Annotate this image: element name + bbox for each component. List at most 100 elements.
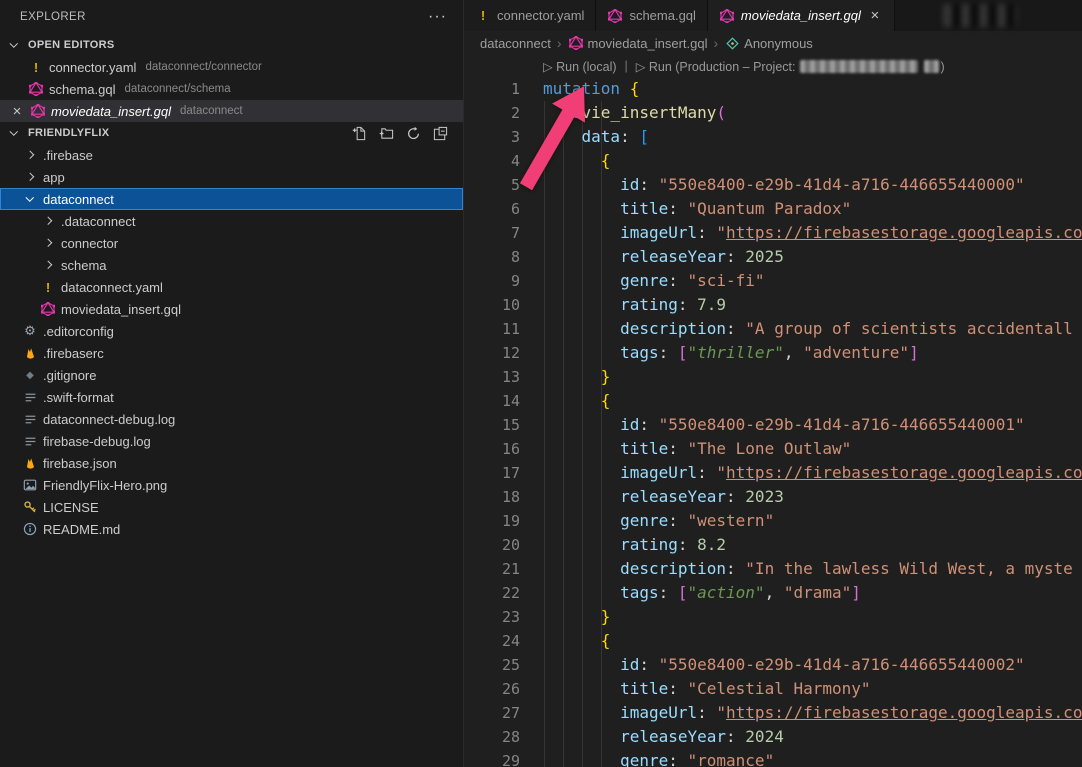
breadcrumb-moviedata_insert.gql[interactable]: moviedata_insert.gql	[568, 35, 708, 51]
tab-connector.yaml[interactable]: !connector.yaml	[464, 0, 596, 31]
tree-item-schema[interactable]: schema	[0, 254, 463, 276]
code-line-2[interactable]: 2 movie_insertMany(	[464, 101, 1082, 125]
file-path-description: dataconnect	[180, 105, 243, 117]
code-token: :	[726, 247, 745, 266]
tree-item-FriendlyFlix-Hero.png[interactable]: FriendlyFlix-Hero.png	[0, 474, 463, 496]
tab-bar: !connector.yamlschema.gqlmoviedata_inser…	[464, 0, 1082, 31]
open-editor-item[interactable]: !connector.yamldataconnect/connector	[0, 56, 463, 78]
url-link[interactable]: https://firebasestorage.googleapis.co	[726, 223, 1082, 242]
graphql-icon	[719, 8, 735, 24]
tree-item-app[interactable]: app	[0, 166, 463, 188]
url-link[interactable]: https://firebasestorage.googleapis.co	[726, 463, 1082, 482]
new-folder-icon[interactable]	[376, 123, 396, 143]
code-line-10[interactable]: 10 rating: 7.9	[464, 293, 1082, 317]
code-line-8[interactable]: 8 releaseYear: 2025	[464, 245, 1082, 269]
code-line-9[interactable]: 9 genre: "sci-fi"	[464, 269, 1082, 293]
code-line-4[interactable]: 4 {	[464, 149, 1082, 173]
collapse-folders-icon[interactable]	[430, 123, 450, 143]
code-line-15[interactable]: 15 id: "550e8400-e29b-41d4-a716-44665544…	[464, 413, 1082, 437]
code-line-28[interactable]: 28 releaseYear: 2024	[464, 725, 1082, 749]
code-line-13[interactable]: 13 }	[464, 365, 1082, 389]
code-line-29[interactable]: 29 genre: "romance"	[464, 749, 1082, 767]
tree-item-LICENSE[interactable]: LICENSE	[0, 496, 463, 518]
code-line-24[interactable]: 24 {	[464, 629, 1082, 653]
code-line-7[interactable]: 7 imageUrl: "https://firebasestorage.goo…	[464, 221, 1082, 245]
url-link[interactable]: https://firebasestorage.googleapis.co	[726, 703, 1082, 722]
code-line-text: genre: "western"	[534, 509, 1082, 533]
breadcrumb-label: Anonymous	[744, 36, 813, 51]
tree-item-README.md[interactable]: README.md	[0, 518, 463, 540]
explorer-sidebar: EXPLORER ··· OPEN EDITORS !connector.yam…	[0, 0, 464, 767]
code-line-5[interactable]: 5 id: "550e8400-e29b-41d4-a716-446655440…	[464, 173, 1082, 197]
codelens-run-local[interactable]: ▷ Run (local)	[543, 59, 617, 74]
tree-item-.firebase[interactable]: .firebase	[0, 144, 463, 166]
code-line-19[interactable]: 19 genre: "western"	[464, 509, 1082, 533]
code-line-22[interactable]: 22 tags: ["action", "drama"]	[464, 581, 1082, 605]
code-line-26[interactable]: 26 title: "Celestial Harmony"	[464, 677, 1082, 701]
codelens-run-production[interactable]: ▷ Run (Production – Project:)	[636, 59, 945, 74]
code-line-16[interactable]: 16 title: "The Lone Outlaw"	[464, 437, 1082, 461]
code-token	[543, 607, 601, 626]
tree-item-.dataconnect[interactable]: .dataconnect	[0, 210, 463, 232]
line-number: 29	[464, 749, 534, 767]
code-area[interactable]: 1mutation {2 movie_insertMany(3 data: [4…	[464, 77, 1082, 767]
code-line-text: data: [	[534, 125, 1082, 149]
code-token: genre	[620, 271, 668, 290]
code-line-23[interactable]: 23 }	[464, 605, 1082, 629]
more-actions-icon[interactable]: ···	[428, 12, 447, 22]
line-number: 2	[464, 101, 534, 125]
tab-schema.gql[interactable]: schema.gql	[596, 0, 707, 31]
workspace-header[interactable]: FRIENDLYFLIX	[0, 122, 463, 144]
tree-item-.firebaserc[interactable]: .firebaserc	[0, 342, 463, 364]
tree-item-.gitignore[interactable]: ◆.gitignore	[0, 364, 463, 386]
open-editor-item[interactable]: schema.gqldataconnect/schema	[0, 78, 463, 100]
code-line-text: releaseYear: 2025	[534, 245, 1082, 269]
refresh-explorer-icon[interactable]	[403, 123, 423, 143]
tab-moviedata_insert.gql[interactable]: moviedata_insert.gql×	[708, 0, 895, 31]
code-line-14[interactable]: 14 {	[464, 389, 1082, 413]
code-line-12[interactable]: 12 tags: ["thriller", "adventure"]	[464, 341, 1082, 365]
open-editors-header[interactable]: OPEN EDITORS	[0, 34, 463, 56]
line-number: 8	[464, 245, 534, 269]
code-token: {	[601, 151, 611, 170]
tree-item-.swift-format[interactable]: .swift-format	[0, 386, 463, 408]
warning-icon: !	[28, 59, 44, 75]
code-line-25[interactable]: 25 id: "550e8400-e29b-41d4-a716-44665544…	[464, 653, 1082, 677]
breadcrumb-Anonymous[interactable]: Anonymous	[724, 35, 813, 51]
line-number: 9	[464, 269, 534, 293]
close-tab-icon[interactable]: ×	[867, 7, 883, 24]
sidebar-title-row: EXPLORER ···	[0, 0, 463, 34]
tree-item-firebase.json[interactable]: firebase.json	[0, 452, 463, 474]
tree-item-label: .editorconfig	[43, 324, 114, 339]
code-line-21[interactable]: 21 description: "In the lawless Wild Wes…	[464, 557, 1082, 581]
tree-item-dataconnect-debug.log[interactable]: dataconnect-debug.log	[0, 408, 463, 430]
code-line-20[interactable]: 20 rating: 8.2	[464, 533, 1082, 557]
breadcrumbs: dataconnect›moviedata_insert.gql›Anonymo…	[464, 31, 1082, 55]
code-line-18[interactable]: 18 releaseYear: 2023	[464, 485, 1082, 509]
line-number: 26	[464, 677, 534, 701]
line-number: 7	[464, 221, 534, 245]
sidebar-title: EXPLORER	[20, 11, 86, 23]
code-token	[543, 583, 620, 602]
code-token: id	[620, 415, 639, 434]
tree-item-moviedata_insert.gql[interactable]: moviedata_insert.gql	[0, 298, 463, 320]
tree-item-firebase-debug.log[interactable]: firebase-debug.log	[0, 430, 463, 452]
code-token: id	[620, 175, 639, 194]
code-line-1[interactable]: 1mutation {	[464, 77, 1082, 101]
code-line-6[interactable]: 6 title: "Quantum Paradox"	[464, 197, 1082, 221]
tree-item-dataconnect[interactable]: dataconnect	[0, 188, 463, 210]
close-editor-icon[interactable]: ×	[9, 103, 25, 120]
workspace-label: FRIENDLYFLIX	[28, 127, 109, 139]
tree-item-connector[interactable]: connector	[0, 232, 463, 254]
code-token: :	[668, 199, 687, 218]
tree-item-.editorconfig[interactable]: ⚙.editorconfig	[0, 320, 463, 342]
code-token: genre	[620, 751, 668, 767]
code-line-3[interactable]: 3 data: [	[464, 125, 1082, 149]
breadcrumb-dataconnect[interactable]: dataconnect	[480, 36, 551, 51]
new-file-icon[interactable]	[349, 123, 369, 143]
open-editor-item[interactable]: ×moviedata_insert.gqldataconnect	[0, 100, 463, 122]
tree-item-dataconnect.yaml[interactable]: !dataconnect.yaml	[0, 276, 463, 298]
code-line-27[interactable]: 27 imageUrl: "https://firebasestorage.go…	[464, 701, 1082, 725]
code-line-17[interactable]: 17 imageUrl: "https://firebasestorage.go…	[464, 461, 1082, 485]
code-line-11[interactable]: 11 description: "A group of scientists a…	[464, 317, 1082, 341]
